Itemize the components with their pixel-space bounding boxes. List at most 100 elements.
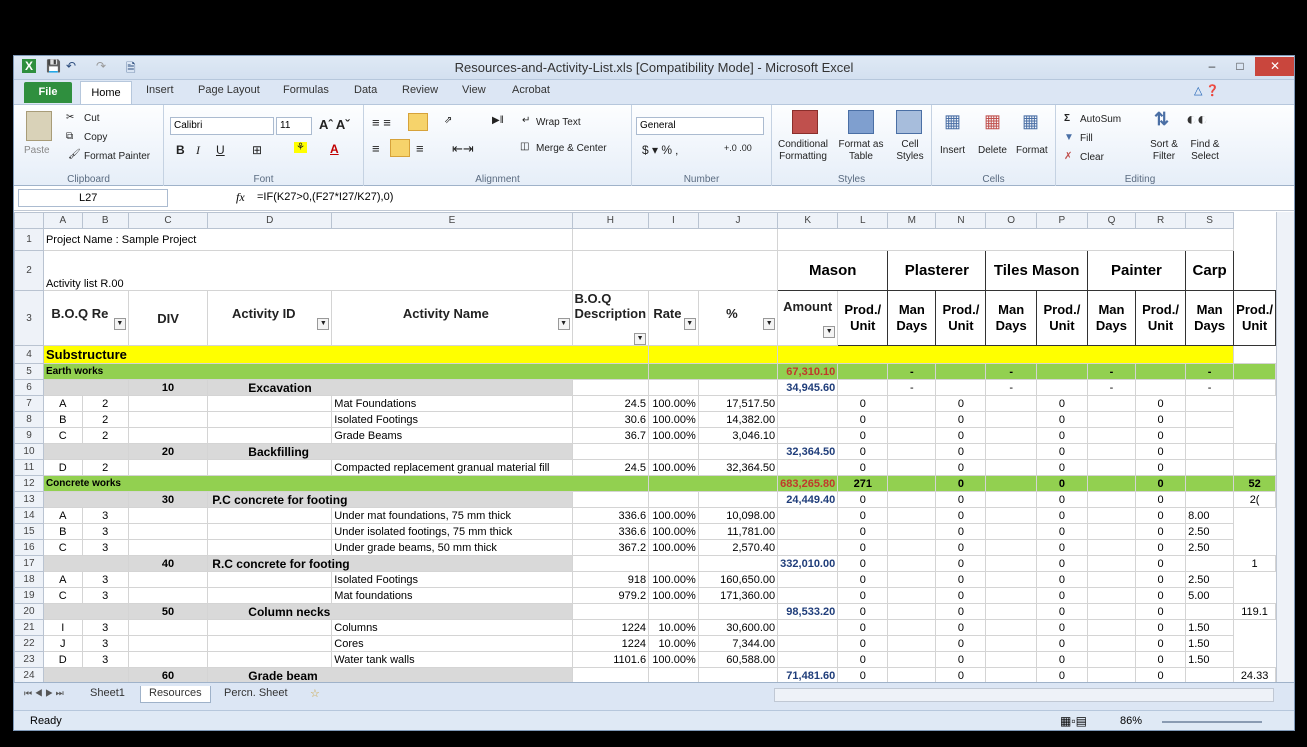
row-header[interactable]: 18 (14, 571, 44, 588)
trade-value-cell[interactable] (837, 363, 889, 380)
cell[interactable] (571, 555, 650, 572)
column-header-i[interactable]: I (648, 212, 699, 229)
amount-cell[interactable]: 2,570.40 (697, 539, 779, 556)
row-header[interactable]: 21 (14, 619, 44, 636)
boq-ref-cell[interactable]: B (42, 411, 83, 428)
trade-value-cell[interactable] (1086, 619, 1137, 636)
spreadsheet-grid[interactable]: A B C D E H I J K L M N O P Q R S 1 Project Name : Sample … (14, 212, 1276, 682)
group-label[interactable]: Concrete works (42, 475, 650, 492)
trade-value-cell[interactable] (1086, 603, 1137, 620)
view-buttons-icon[interactable]: ▦▫▤ (1060, 714, 1087, 728)
percent-cell[interactable]: 100.00% (648, 651, 699, 668)
name-box[interactable]: L27 (18, 189, 168, 207)
cell[interactable] (648, 379, 699, 396)
trade-value-cell[interactable]: 0 (1035, 667, 1088, 682)
font-color-icon[interactable]: A (330, 142, 339, 156)
trade-value-cell[interactable] (985, 443, 1037, 460)
cell[interactable] (127, 395, 209, 412)
trade-value-cell[interactable]: 0 (935, 411, 987, 428)
tab-formulas[interactable]: Formulas (283, 84, 329, 96)
delete-button[interactable]: Delete (978, 145, 1007, 156)
currency-icon[interactable]: $ ▾ % ‚ (642, 143, 678, 157)
sheet-tab-sheet1[interactable]: Sheet1 (82, 686, 133, 703)
row-header[interactable]: 2 (14, 250, 44, 291)
trade-value-cell[interactable] (985, 395, 1037, 412)
row-header[interactable]: 19 (14, 587, 44, 604)
boq-description-cell[interactable]: Under isolated footings, 75 mm thick (331, 523, 573, 540)
cell[interactable] (127, 459, 209, 476)
trade-value-cell[interactable] (887, 427, 937, 444)
percent-cell[interactable]: 100.00% (648, 411, 699, 428)
trade-value-cell[interactable] (887, 587, 937, 604)
trade-value-cell[interactable]: 0 (1035, 427, 1088, 444)
trade-value-cell[interactable] (985, 491, 1037, 508)
row-header[interactable]: 24 (14, 667, 44, 682)
div-cell[interactable]: 2 (81, 427, 129, 444)
row-header[interactable]: 15 (14, 523, 44, 540)
boq-ref-cell[interactable]: I (42, 619, 83, 636)
help-icon[interactable]: △ ❓ (1194, 84, 1219, 97)
trade-value-cell[interactable] (985, 427, 1037, 444)
boq-description-cell[interactable]: Water tank walls (331, 651, 573, 668)
copy-button[interactable]: Copy (84, 132, 107, 143)
activity-name-cell[interactable]: Backfilling (207, 443, 573, 460)
trade-value-cell[interactable]: - (1185, 379, 1235, 396)
sheet-nav-icon[interactable]: ⏮ ◀ ▶ ⏭ (24, 688, 64, 699)
trade-value-cell[interactable] (1086, 651, 1137, 668)
cell[interactable] (697, 603, 779, 620)
rate-cell[interactable]: 979.2 (571, 587, 650, 604)
amount-cell[interactable]: 683,265.80 (777, 475, 839, 492)
align-bottom-icon[interactable] (408, 113, 428, 131)
trade-value-cell[interactable]: 0 (1035, 411, 1088, 428)
trade-value-cell[interactable]: 0 (1035, 603, 1088, 620)
percent-cell[interactable]: 100.00% (648, 523, 699, 540)
column-header-h[interactable]: H (571, 212, 650, 229)
trade-value-cell[interactable]: 0 (1035, 523, 1088, 540)
binoculars-icon[interactable]: ◐◐ (1186, 109, 1208, 130)
rate-cell[interactable]: 918 (571, 571, 650, 588)
row-header[interactable]: 22 (14, 635, 44, 652)
rate-cell[interactable]: 1101.6 (571, 651, 650, 668)
row-header[interactable]: 17 (14, 555, 44, 572)
trade-value-cell[interactable] (777, 619, 839, 636)
conditional-formatting-icon[interactable] (792, 110, 818, 134)
insert-cells-icon[interactable]: ▦ (944, 111, 961, 132)
cell[interactable] (42, 667, 129, 682)
wrap-text-button[interactable]: Wrap Text (536, 117, 581, 128)
align-right-icon[interactable]: ≡ (416, 141, 424, 156)
boq-description-cell[interactable]: Mat foundations (331, 587, 573, 604)
trade-value-cell[interactable] (1086, 587, 1137, 604)
trade-value-cell[interactable]: 0 (837, 539, 889, 556)
column-header-c[interactable]: C (127, 212, 209, 229)
trade-value-cell[interactable] (777, 571, 839, 588)
trade-value-cell[interactable] (777, 539, 839, 556)
trade-header-painter[interactable]: Painter (1086, 250, 1187, 291)
activity-id-cell[interactable]: 30 (127, 491, 209, 508)
cell[interactable] (648, 667, 699, 682)
trade-value-cell[interactable] (887, 571, 937, 588)
trade-value-cell[interactable]: 119.1 (1233, 603, 1276, 620)
column-header-j[interactable]: J (697, 212, 779, 229)
trade-value-cell[interactable] (985, 651, 1037, 668)
trade-value-cell[interactable]: 0 (837, 587, 889, 604)
trade-value-cell[interactable] (1086, 411, 1137, 428)
column-header-a[interactable]: A (42, 212, 83, 229)
trade-value-cell[interactable] (1233, 363, 1276, 380)
row-header[interactable]: 3 (14, 290, 44, 346)
trade-value-cell[interactable]: 0 (1135, 395, 1187, 412)
column-header-n[interactable]: N (935, 212, 987, 229)
trade-value-cell[interactable]: 0 (837, 507, 889, 524)
div-cell[interactable]: 2 (81, 459, 129, 476)
trade-value-cell[interactable] (1086, 443, 1137, 460)
amount-cell[interactable]: 71,481.60 (777, 667, 839, 682)
amount-cell[interactable]: 67,310.10 (777, 363, 839, 380)
prod-unit-header[interactable]: Prod./ Unit (1135, 290, 1187, 346)
column-header-d[interactable]: D (207, 212, 333, 229)
activity-name-cell[interactable]: R.C concrete for footing (207, 555, 573, 572)
trade-value-cell[interactable]: 0 (1035, 395, 1088, 412)
tab-insert[interactable]: Insert (146, 84, 174, 96)
format-cells-icon[interactable]: ▦ (1022, 111, 1039, 132)
rate-cell[interactable]: 30.6 (571, 411, 650, 428)
trade-value-cell[interactable] (777, 459, 839, 476)
amount-cell[interactable]: 32,364.50 (697, 459, 779, 476)
